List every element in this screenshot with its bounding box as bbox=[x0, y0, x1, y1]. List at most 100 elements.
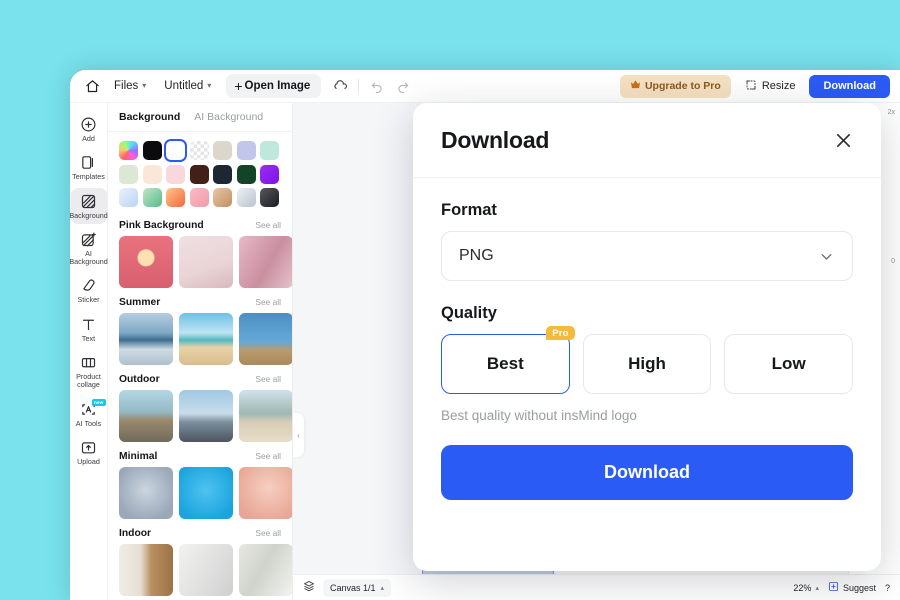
rail-item-sticker[interactable]: Sticker bbox=[71, 272, 107, 308]
see-all-link[interactable]: See all bbox=[255, 297, 281, 307]
quality-option-high[interactable]: High bbox=[582, 334, 712, 394]
canvas-selector[interactable]: Canvas 1/1 ▴ bbox=[323, 578, 392, 597]
rail-item-templates[interactable]: Templates bbox=[71, 149, 107, 185]
background-thumbnail[interactable] bbox=[179, 390, 233, 442]
background-thumbnail[interactable] bbox=[179, 544, 233, 596]
swatch-purple[interactable] bbox=[260, 164, 279, 184]
swatch-beige[interactable] bbox=[213, 141, 232, 160]
plus-icon: + bbox=[234, 78, 243, 94]
background-thumbnail[interactable] bbox=[119, 313, 173, 365]
background-thumbnail[interactable] bbox=[179, 467, 233, 519]
panel-tab-ai-background[interactable]: AI Background bbox=[194, 111, 263, 123]
background-thumbnail[interactable] bbox=[179, 313, 233, 365]
close-icon[interactable] bbox=[833, 130, 854, 151]
rail-item-label: AI Background bbox=[70, 248, 108, 267]
quality-option-low[interactable]: Low bbox=[724, 334, 854, 394]
redo-icon[interactable] bbox=[390, 73, 416, 99]
help-button[interactable]: ? bbox=[885, 583, 890, 593]
panel-tab-background[interactable]: Background bbox=[119, 111, 180, 123]
swatch-blue-gradient[interactable] bbox=[119, 188, 138, 207]
rail-item-add[interactable]: Add bbox=[71, 111, 107, 147]
quality-label: Quality bbox=[441, 304, 497, 322]
download-toolbar-label: Download bbox=[823, 80, 876, 92]
document-title-menu[interactable]: Untitled ▾ bbox=[155, 74, 220, 98]
background-thumbnail[interactable] bbox=[179, 236, 233, 288]
see-all-link[interactable]: See all bbox=[255, 451, 281, 461]
format-select[interactable]: PNG bbox=[441, 231, 853, 281]
swatch-charcoal-gradient[interactable] bbox=[260, 188, 279, 207]
see-all-link[interactable]: See all bbox=[255, 374, 281, 384]
section-header: Outdoor See all bbox=[108, 365, 292, 390]
files-menu[interactable]: Files ▾ bbox=[105, 74, 155, 98]
background-thumbnail[interactable] bbox=[239, 313, 292, 365]
upgrade-to-pro-button[interactable]: Upgrade to Pro bbox=[619, 74, 731, 98]
upload-icon bbox=[80, 439, 97, 456]
zoom-control[interactable]: 22% ▴ bbox=[793, 583, 819, 593]
rail-item-label: Upload bbox=[77, 456, 100, 466]
crown-icon bbox=[630, 80, 641, 92]
swatch-white[interactable] bbox=[164, 139, 187, 162]
background-section: Indoor See all bbox=[108, 519, 292, 596]
section-title: Pink Background bbox=[119, 220, 204, 231]
swatch-black[interactable] bbox=[142, 141, 162, 160]
background-thumbnail[interactable] bbox=[239, 236, 292, 288]
swatch-silver-gradient[interactable] bbox=[236, 188, 256, 207]
cloud-sync-icon[interactable] bbox=[327, 73, 353, 99]
rail-item-label: Templates bbox=[72, 172, 105, 182]
swatch-periwinkle[interactable] bbox=[236, 141, 256, 160]
swatch-navy[interactable] bbox=[213, 164, 232, 184]
rail-item-ai-background[interactable]: AI Background bbox=[70, 226, 108, 271]
toolbar-right-group: Upgrade to Pro Resize Download bbox=[619, 74, 900, 98]
background-thumbnail[interactable] bbox=[119, 467, 173, 519]
rail-item-upload[interactable]: Upload bbox=[71, 434, 107, 470]
swatch-brown[interactable] bbox=[189, 164, 209, 184]
rail-item-background[interactable]: Background bbox=[70, 187, 108, 224]
home-icon[interactable] bbox=[79, 73, 105, 99]
background-thumbnail[interactable] bbox=[119, 544, 173, 596]
quality-option-label: Best bbox=[486, 354, 524, 373]
section-title: Summer bbox=[119, 297, 161, 308]
resize-button[interactable]: Resize bbox=[739, 75, 802, 98]
swatch-green-gradient[interactable] bbox=[142, 188, 162, 207]
download-button-toolbar[interactable]: Download bbox=[809, 74, 890, 98]
background-thumbnail[interactable] bbox=[119, 390, 173, 442]
open-image-button[interactable]: + Open Image bbox=[226, 74, 322, 98]
modal-body: Format PNG Quality Pro Best High Low Bes… bbox=[413, 178, 881, 500]
swatch-transparent[interactable] bbox=[189, 141, 209, 160]
format-value: PNG bbox=[459, 247, 494, 264]
layers-icon[interactable] bbox=[303, 579, 315, 597]
undo-icon[interactable] bbox=[364, 73, 390, 99]
swatch-orange-gradient[interactable] bbox=[166, 188, 185, 207]
background-thumbnail[interactable] bbox=[239, 544, 292, 596]
thumbnail-row bbox=[108, 313, 292, 365]
see-all-link[interactable]: See all bbox=[255, 220, 281, 230]
swatch-pale-green[interactable] bbox=[119, 164, 138, 184]
swatch-cream[interactable] bbox=[142, 164, 162, 184]
panel-collapse-handle[interactable]: ‹ bbox=[293, 413, 304, 457]
download-confirm-button[interactable]: Download bbox=[441, 445, 853, 500]
quality-option-best[interactable]: Pro Best bbox=[441, 326, 575, 394]
canvas-label: Canvas 1/1 bbox=[330, 582, 376, 593]
rail-item-ai-tools[interactable]: new AI Tools bbox=[71, 396, 107, 432]
left-tool-rail: Add Templates Background AI Background S… bbox=[70, 103, 108, 600]
swatch-tan-gradient[interactable] bbox=[213, 188, 232, 207]
swatch-forest[interactable] bbox=[236, 164, 256, 184]
background-thumbnail[interactable] bbox=[119, 236, 173, 288]
panel-tab-bar: Background AI Background bbox=[108, 103, 292, 132]
swatch-rainbow[interactable] bbox=[119, 141, 138, 160]
background-section: Minimal See all bbox=[108, 442, 292, 519]
top-toolbar: Files ▾ Untitled ▾ + Open Image Upgrade bbox=[70, 70, 900, 103]
text-icon bbox=[80, 316, 97, 333]
swatch-pink[interactable] bbox=[166, 164, 185, 184]
background-thumbnail[interactable] bbox=[239, 467, 292, 519]
chevron-left-icon: ‹ bbox=[297, 430, 300, 440]
see-all-link[interactable]: See all bbox=[255, 528, 281, 538]
suggest-button[interactable]: Suggest bbox=[828, 581, 876, 594]
background-thumbnail[interactable] bbox=[239, 390, 292, 442]
rail-item-text[interactable]: Text bbox=[71, 311, 107, 347]
rail-item-product-collage[interactable]: Product collage bbox=[71, 349, 107, 394]
swatch-mint[interactable] bbox=[260, 141, 279, 160]
rail-item-label: Sticker bbox=[77, 295, 100, 305]
quality-options: Pro Best High Low bbox=[441, 326, 854, 394]
swatch-pink-gradient[interactable] bbox=[189, 188, 209, 207]
